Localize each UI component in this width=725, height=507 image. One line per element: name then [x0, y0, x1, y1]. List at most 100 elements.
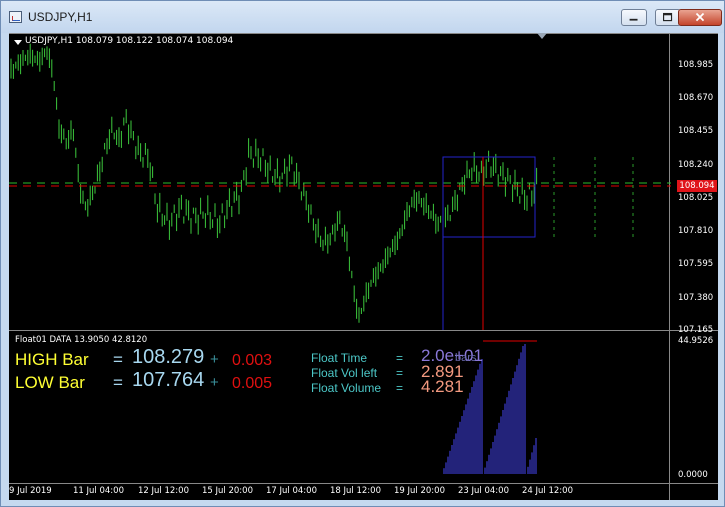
price-tick: 108.240 — [678, 160, 714, 170]
chart-window-icon — [9, 11, 22, 23]
float-box — [442, 156, 537, 342]
high-bar-plus: + — [210, 351, 219, 368]
histogram-bar — [508, 390, 510, 474]
float-time-eq: = — [396, 351, 404, 365]
time-tick: 23 Jul 04:00 — [458, 486, 509, 496]
histogram-bar — [524, 344, 526, 474]
terminal-window: USDJPY,H1 USDJPY,H1 108.079 108.122 108.… — [0, 0, 725, 507]
histogram-bar — [484, 467, 486, 474]
histogram-bar — [535, 438, 537, 474]
histogram-bar — [512, 378, 514, 474]
time-tick: 24 Jul 12:00 — [522, 486, 573, 496]
low-bar-change: 0.005 — [232, 375, 273, 392]
window-title: USDJPY,H1 — [28, 10, 93, 24]
time-tick: 15 Jul 20:00 — [202, 486, 253, 496]
minimize-icon — [629, 18, 638, 21]
histogram-bar — [475, 375, 477, 474]
float-vol-left-eq: = — [396, 366, 404, 380]
histogram-bar — [510, 384, 512, 474]
indicator-axis-min: 0.0000 — [678, 470, 708, 480]
float-vol-left-label: Float Vol left — [311, 366, 378, 380]
low-bar-value: 107.764 — [132, 369, 205, 391]
price-tick: 107.380 — [678, 293, 714, 303]
histogram-bar — [459, 421, 461, 474]
float-volume-eq: = — [396, 381, 404, 395]
float-volume-label: Float Volume — [311, 381, 382, 395]
histogram-bar — [520, 352, 522, 474]
high-bar-label: HIGH Bar — [15, 350, 89, 369]
indicator-header: Float01 DATA 13.9050 42.8120 — [15, 335, 148, 345]
title-bar[interactable]: USDJPY,H1 — [1, 1, 724, 33]
maximize-icon — [663, 12, 673, 22]
price-tick: 107.810 — [678, 226, 714, 236]
histogram-bar — [461, 416, 463, 474]
price-tick: 108.455 — [678, 126, 714, 136]
future-time-markers — [553, 157, 634, 237]
histogram-bar — [467, 398, 469, 474]
histogram-bar — [502, 410, 504, 474]
minimize-button[interactable] — [621, 9, 647, 26]
histogram-bar — [453, 439, 455, 474]
histogram-bar — [496, 429, 498, 474]
price-tick: 108.670 — [678, 93, 714, 103]
histogram-bar — [471, 387, 473, 474]
histogram-bar — [527, 466, 529, 474]
indicator-axis-max: 44.9526 — [678, 336, 714, 346]
histogram-bar — [531, 452, 533, 474]
time-tick: 17 Jul 04:00 — [266, 486, 317, 496]
histogram-bar — [488, 454, 490, 474]
close-button[interactable] — [678, 9, 722, 26]
histogram-bar — [486, 461, 488, 474]
histogram-bar — [479, 363, 481, 474]
high-bar-eq: = — [113, 350, 123, 369]
histogram-bar — [445, 462, 447, 474]
histogram-bar — [481, 359, 483, 474]
high-bar-value: 108.279 — [132, 346, 205, 368]
price-lines — [9, 182, 671, 187]
histogram-bar — [533, 445, 535, 474]
float-volume-value: 4.281 — [421, 377, 464, 396]
histogram-bar — [529, 459, 531, 474]
price-tick: 107.595 — [678, 259, 714, 269]
chart-canvas — [9, 33, 718, 500]
float-time-label: Float Time — [311, 351, 368, 365]
histogram-bar — [451, 445, 453, 474]
low-bar-plus: + — [210, 374, 219, 391]
histogram-bar — [463, 410, 465, 474]
histogram-bar — [500, 416, 502, 474]
current-price-label: 108.094 — [677, 180, 717, 192]
histogram-bar — [492, 442, 494, 474]
chart-grid — [9, 33, 718, 500]
histogram-bar — [473, 381, 475, 474]
low-bar-label: LOW Bar — [15, 373, 85, 392]
histogram-bar — [498, 422, 500, 474]
time-tick: 18 Jul 12:00 — [330, 486, 381, 496]
high-bar-change: 0.003 — [232, 352, 273, 369]
price-chart[interactable]: USDJPY,H1 108.079 108.122 108.074 108.09… — [9, 33, 718, 500]
histogram-bar — [449, 450, 451, 474]
histogram-bar — [443, 468, 445, 474]
time-tick: 9 Jul 2019 — [9, 486, 52, 496]
chart-shift-marker[interactable] — [537, 33, 547, 39]
price-tick: 108.985 — [678, 60, 714, 70]
price-tick: 108.025 — [678, 193, 714, 203]
histogram-bar — [457, 427, 459, 474]
histogram-bar — [477, 369, 479, 474]
histogram-bar — [465, 404, 467, 474]
time-tick: 11 Jul 04:00 — [73, 486, 124, 496]
histogram-bar — [516, 365, 518, 474]
histogram-bar — [518, 358, 520, 474]
chart-header: USDJPY,H1 108.079 108.122 108.074 108.09… — [25, 36, 234, 46]
symbol-dropdown-icon[interactable] — [14, 40, 22, 45]
low-bar-eq: = — [113, 373, 123, 392]
histogram-bar — [447, 456, 449, 474]
histogram-bar — [494, 435, 496, 474]
histogram-bar — [469, 392, 471, 474]
time-tick: 19 Jul 20:00 — [394, 486, 445, 496]
price-tick: 107.165 — [678, 325, 714, 335]
histogram-bar — [514, 371, 516, 474]
histogram-bar — [522, 346, 524, 474]
histogram-bar — [504, 403, 506, 474]
histogram-bar — [490, 448, 492, 474]
time-tick: 12 Jul 12:00 — [138, 486, 189, 496]
